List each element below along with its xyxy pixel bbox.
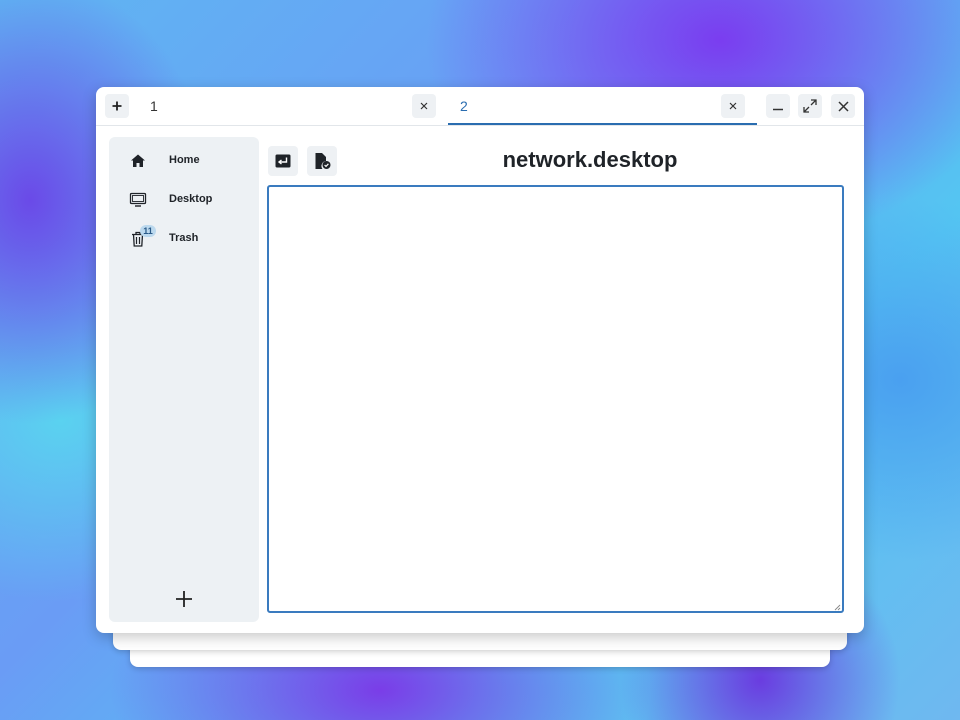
resize-grip-icon[interactable]: [833, 603, 841, 611]
return-button[interactable]: [268, 146, 298, 176]
file-title: network.desktop: [502, 147, 678, 172]
home-icon: [131, 154, 145, 167]
maximize-button[interactable]: [798, 94, 822, 118]
close-window-button[interactable]: [831, 94, 855, 118]
plus-icon: [112, 101, 122, 111]
close-icon: [420, 102, 428, 110]
sidebar-item-label: Home: [169, 154, 200, 166]
new-tab-button[interactable]: [105, 94, 129, 118]
file-text-editor[interactable]: [267, 185, 844, 613]
minimize-button[interactable]: [766, 94, 790, 118]
sidebar-item-desktop[interactable]: Desktop: [109, 183, 259, 217]
file-manager-window: 1 2 Home Desktop 11 Trash network.deskto…: [96, 87, 864, 633]
tab-1[interactable]: 1: [138, 87, 437, 124]
document-check-icon: [315, 153, 331, 169]
return-icon: [275, 154, 291, 168]
monitor-icon: [129, 192, 147, 207]
sidebar-item-trash[interactable]: 11 Trash: [109, 222, 259, 256]
tab-2[interactable]: 2: [448, 87, 757, 125]
tab-label: 2: [460, 98, 468, 114]
minimize-icon: [773, 108, 783, 111]
close-icon: [837, 100, 849, 112]
plus-icon: [176, 591, 192, 607]
add-place-button[interactable]: [172, 587, 196, 611]
sidebar-item-label: Trash: [169, 232, 199, 244]
sidebar: Home Desktop 11 Trash: [109, 137, 259, 622]
tab-label: 1: [150, 98, 158, 114]
close-tab-button[interactable]: [412, 94, 436, 118]
save-file-button[interactable]: [307, 146, 337, 176]
sidebar-item-home[interactable]: Home: [109, 144, 259, 178]
sidebar-item-label: Desktop: [169, 193, 213, 205]
close-icon: [729, 102, 737, 110]
close-tab-button[interactable]: [721, 94, 745, 118]
expand-icon: [803, 99, 817, 113]
trash-count-badge: 11: [140, 225, 156, 237]
tab-bar: 1 2: [96, 87, 864, 126]
